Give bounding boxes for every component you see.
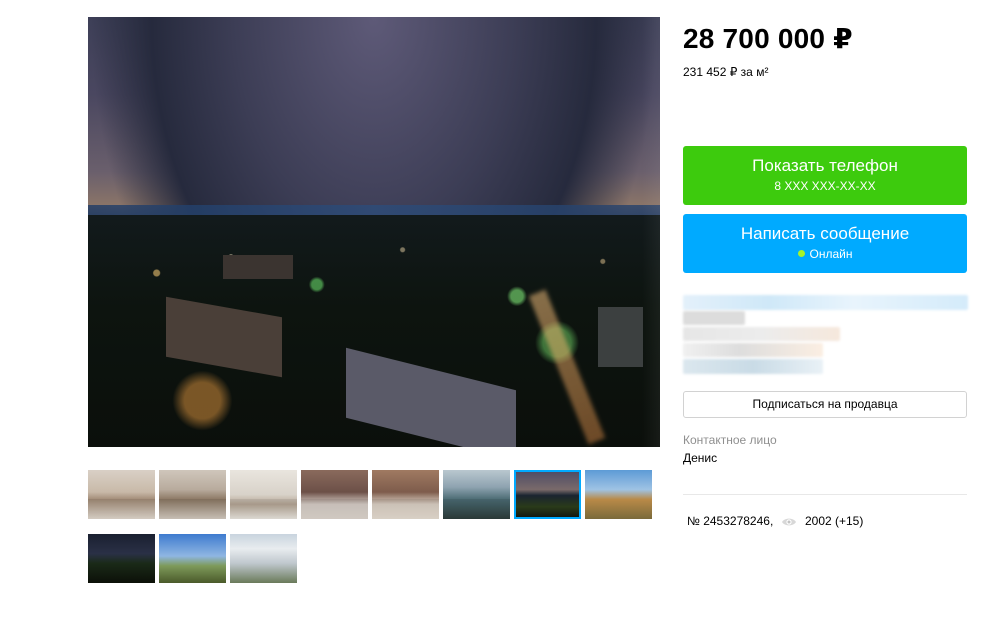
blurred-seller-info [683,295,968,310]
contact-person-label: Контактное лицо [683,433,777,447]
blurred-seller-info [683,311,745,325]
show-phone-button[interactable]: Показать телефон 8 XXX XXX-XX-XX [683,146,967,205]
thumbnail-panoramic-room[interactable] [443,470,510,519]
main-photo[interactable] [88,17,660,447]
online-dot-icon [797,250,805,257]
eye-icon [781,516,797,531]
photo-building [598,307,643,367]
show-phone-label: Показать телефон [752,156,898,175]
photo-building [223,255,293,279]
views-count: 2002 (+15) [804,514,864,528]
online-status-text: Онлайн [809,247,853,261]
thumbnail-day-city-view[interactable] [585,470,652,519]
thumbnail-living-room[interactable] [88,470,155,519]
listing-number: № 2453278246, [687,514,774,528]
contact-person-name: Денис [683,451,718,465]
blurred-seller-info [683,359,823,374]
thumbnail-day-view-2[interactable] [159,534,226,583]
phone-number-masked: 8 XXX XXX-XX-XX [774,179,876,193]
online-status: Онлайн [683,247,967,261]
listing-meta: № 2453278246, 2002 (+15) [687,514,863,531]
thumbnail-bedroom-2[interactable] [372,470,439,519]
thumbnail-night-city-view[interactable] [514,470,581,519]
write-message-button[interactable]: Написать сообщение Онлайн [683,214,967,273]
thumbnail-building-exterior[interactable] [230,534,297,583]
write-message-label: Написать сообщение [740,224,910,243]
subscribe-seller-button[interactable]: Подписаться на продавца [683,391,967,418]
blurred-seller-info [683,327,840,341]
price-per-sqm: 231 452 ₽ за м² [683,65,769,79]
thumbnail-kitchen-living[interactable] [159,470,226,519]
price: 28 700 000 ₽ [683,23,853,54]
divider [683,494,967,495]
window-frame [642,17,660,447]
thumbnail-night-view-2[interactable] [88,534,155,583]
blurred-seller-info [683,343,823,357]
thumbnail-bedroom[interactable] [301,470,368,519]
thumbnail-empty-room[interactable] [230,470,297,519]
